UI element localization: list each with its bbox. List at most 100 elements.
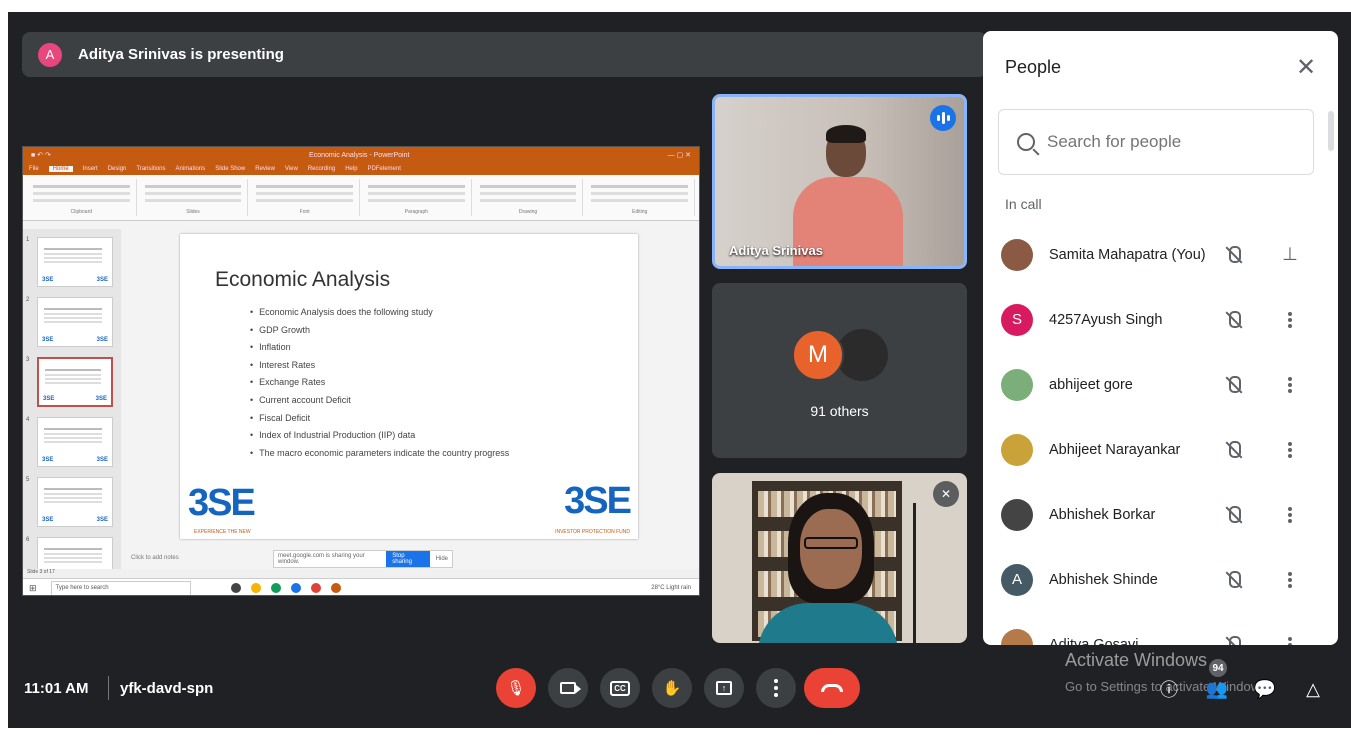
- slide-bullet: Index of Industrial Production (IIP) dat…: [250, 427, 509, 445]
- more-vert-icon[interactable]: [1282, 310, 1298, 330]
- ribbon-group-label: Paragraph: [404, 209, 429, 215]
- in-call-heading: In call: [1005, 196, 1042, 212]
- ribbon-group-label: Drawing: [518, 209, 538, 215]
- ppt-tab: File: [29, 166, 39, 172]
- thumbnail-logo: 3SE: [96, 457, 108, 463]
- captions-button[interactable]: CC: [600, 668, 640, 708]
- ribbon-group: Paragraph: [362, 179, 472, 216]
- raise-hand-button[interactable]: ✋: [652, 668, 692, 708]
- lamp: [913, 503, 943, 643]
- info-icon[interactable]: ⓘ: [1158, 678, 1180, 700]
- participant-name: Abhishek Borkar: [1049, 506, 1156, 523]
- mic-off-icon: [1224, 505, 1244, 525]
- participant-avatar: M: [792, 329, 844, 381]
- slide-thumbnail[interactable]: 3SE 3SE: [37, 237, 113, 287]
- search-input[interactable]: [1047, 132, 1287, 152]
- ppt-window-controls: — ▢ ✕: [667, 152, 691, 159]
- participant-count-badge: 94: [1209, 659, 1227, 677]
- people-panel: People ✕ In call Samita Mahapatra (You) ⊥…: [983, 31, 1338, 645]
- slide-bullet: Fiscal Deficit: [250, 410, 509, 428]
- participant-row[interactable]: abhijeet gore: [983, 352, 1338, 417]
- more-vert-icon: [774, 679, 778, 697]
- mic-off-icon: [1224, 310, 1244, 330]
- meeting-code: yfk-davd-spn: [120, 680, 214, 697]
- slide-bullet: The macro economic parameters indicate t…: [250, 445, 509, 463]
- camera-off-icon: [560, 682, 581, 694]
- scrollbar[interactable]: [1328, 111, 1334, 151]
- slide-thumbnail[interactable]: 3SE 3SE: [37, 357, 113, 407]
- people-panel-title: People: [1005, 57, 1062, 77]
- others-tile[interactable]: M 91 others: [712, 283, 967, 458]
- thumbnail-number: 5: [26, 477, 30, 483]
- participant-name: Samita Mahapatra (You): [1049, 246, 1206, 263]
- more-vert-icon[interactable]: [1282, 635, 1298, 645]
- people-icon[interactable]: 👥: [1206, 678, 1228, 700]
- participant-row[interactable]: S 4257Ayush Singh: [983, 287, 1338, 352]
- participant-row[interactable]: Abhijeet Narayankar: [983, 417, 1338, 482]
- thumbnail-number: 2: [26, 297, 30, 303]
- presenter-video-tile[interactable]: Aditya Srinivas: [712, 94, 967, 269]
- participant-row[interactable]: Samita Mahapatra (You) ⊥: [983, 222, 1338, 287]
- sharing-notice-text: meet.google.com is sharing your window.: [278, 553, 365, 565]
- self-video: [758, 493, 898, 643]
- participant-list: Samita Mahapatra (You) ⊥ S 4257Ayush Singh a…: [983, 222, 1338, 645]
- ppt-tab: Animations: [175, 166, 206, 172]
- chat-icon[interactable]: 💬: [1254, 678, 1276, 700]
- slide-bullet: Exchange Rates: [250, 374, 509, 392]
- mic-off-icon: ✕: [933, 481, 959, 507]
- others-count-label: 91 others: [810, 403, 869, 419]
- participant-row[interactable]: A Abhishek Shinde: [983, 547, 1338, 612]
- phone-hangup-icon: [821, 684, 843, 692]
- self-video-tile[interactable]: ✕: [712, 473, 967, 643]
- participant-name: Abhijeet Narayankar: [1049, 441, 1181, 458]
- presenting-banner: A Aditya Srinivas is presenting: [22, 32, 987, 77]
- stop-sharing-button[interactable]: Stop sharing: [386, 551, 430, 567]
- slide-thumbnail[interactable]: 3SE 3SE: [37, 477, 113, 527]
- participant-avatar: S: [1001, 303, 1033, 336]
- mic-toggle-button[interactable]: 🎙: [496, 668, 536, 708]
- ribbon-group: Editing: [585, 179, 696, 216]
- activate-windows-title: Activate Windows: [1065, 650, 1208, 670]
- thumbnail-number: 6: [26, 537, 30, 543]
- leave-call-button[interactable]: [804, 668, 860, 708]
- participant-row[interactable]: Abhishek Borkar: [983, 482, 1338, 547]
- ppt-tab: Review: [255, 166, 275, 172]
- meeting-time: 11:01 AM: [24, 680, 89, 697]
- ppt-quick-access: ■ ↶ ↷: [31, 152, 51, 159]
- participant-row[interactable]: Aditya Gosavi: [983, 612, 1338, 645]
- present-button[interactable]: ↑: [704, 668, 744, 708]
- activities-icon[interactable]: △: [1302, 678, 1324, 700]
- people-search[interactable]: [998, 109, 1314, 175]
- shared-screen[interactable]: ■ ↶ ↷ Economic Analysis - PowerPoint — ▢…: [22, 146, 700, 596]
- ribbon-group: Clipboard: [27, 179, 137, 216]
- slide-bullet: Current account Deficit: [250, 392, 509, 410]
- ppt-tab: Transitions: [136, 166, 166, 172]
- mic-off-icon: [1224, 440, 1244, 460]
- bse-tagline-right: INVESTOR PROTECTION FUND: [555, 529, 630, 535]
- more-vert-icon[interactable]: [1282, 375, 1298, 395]
- mic-off-icon: [1224, 375, 1244, 395]
- ppt-tab: Slide Show: [215, 166, 246, 172]
- participant-name: abhijeet gore: [1049, 376, 1133, 393]
- slide-thumbnail[interactable]: 3SE 3SE: [37, 417, 113, 467]
- thumbnail-number: 1: [26, 237, 30, 243]
- ppt-tab: Recording: [307, 166, 336, 172]
- slide-thumbnail[interactable]: 3SE 3SE: [37, 297, 113, 347]
- participant-avatar: [1001, 628, 1033, 645]
- more-vert-icon[interactable]: [1282, 570, 1298, 590]
- more-vert-icon[interactable]: [1282, 505, 1298, 525]
- pin-icon[interactable]: ⊥: [1282, 244, 1298, 265]
- more-vert-icon[interactable]: [1282, 440, 1298, 460]
- mic-off-icon: 🎙: [506, 679, 526, 697]
- participant-name: Abhishek Shinde: [1049, 571, 1158, 588]
- app-icon: [270, 583, 281, 593]
- close-icon[interactable]: ✕: [1292, 53, 1320, 81]
- ribbon-group: Drawing: [474, 179, 584, 216]
- hide-button[interactable]: Hide: [436, 556, 448, 562]
- more-options-button[interactable]: [756, 668, 796, 708]
- slide-bullet: GDP Growth: [250, 322, 509, 340]
- ppt-tab: Help: [345, 166, 358, 172]
- camera-toggle-button[interactable]: [548, 668, 588, 708]
- ppt-tab: View: [284, 166, 298, 172]
- mic-off-icon: [1224, 635, 1244, 645]
